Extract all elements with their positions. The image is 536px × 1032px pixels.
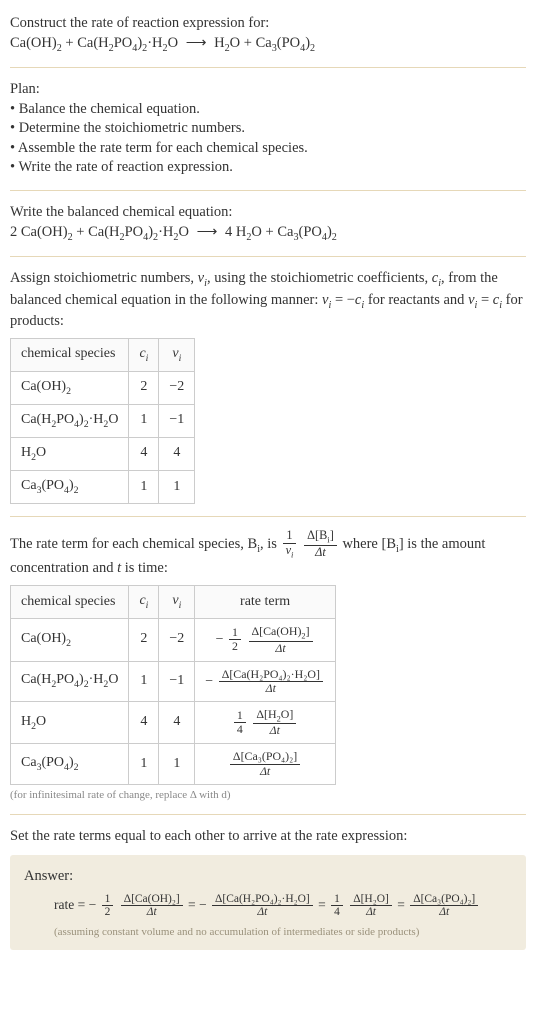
divider — [10, 67, 526, 68]
col-species: chemical species — [11, 338, 129, 371]
cell-nu: 1 — [159, 470, 195, 503]
table-row: H2O 4 4 14 Δ[H2O]Δt — [11, 701, 336, 744]
cell-c: 4 — [129, 437, 159, 470]
table-row: Ca3(PO4)2 1 1 Δ[Ca₃(PO₄)₂]Δt — [11, 744, 336, 784]
answer-box: Answer: rate = − 12 Δ[Ca(OH)₂]Δt = − Δ[C… — [10, 855, 526, 950]
answer-rate-expression: rate = − 12 Δ[Ca(OH)₂]Δt = − Δ[Ca(H₂PO₄)… — [24, 893, 512, 919]
cell-c: 4 — [129, 701, 159, 744]
cell-nu: −2 — [159, 371, 195, 404]
cell-species: Ca(OH)2 — [11, 619, 129, 662]
rateterm-section: The rate term for each chemical species,… — [10, 523, 526, 809]
divider — [10, 190, 526, 191]
table-row: Ca(OH)2 2 −2 − 12 Δ[Ca(OH)2]Δt — [11, 619, 336, 662]
cell-c: 1 — [129, 661, 159, 701]
col-rate: rate term — [195, 586, 336, 619]
balanced-equation: 2 Ca(OH)2 + Ca(H2PO4)2·H2O ⟶ 4 H2O + Ca3… — [10, 223, 526, 245]
cell-species: Ca3(PO4)2 — [11, 470, 129, 503]
species: Ca(H2PO4)2·H2O — [77, 35, 178, 51]
intro-section: Construct the rate of reaction expressio… — [10, 8, 526, 61]
cell-nu: 1 — [159, 744, 195, 784]
table-note: (for infinitesimal rate of change, repla… — [10, 788, 526, 803]
table-row: Ca(H2PO4)2·H2O 1 −1 — [11, 404, 195, 437]
cell-nu: 4 — [159, 701, 195, 744]
cell-rate: − 12 Δ[Ca(OH)2]Δt — [195, 619, 336, 662]
setequal-text: Set the rate terms equal to each other t… — [10, 827, 526, 847]
table-row: Ca(OH)2 2 −2 — [11, 371, 195, 404]
fraction: 1νi — [283, 529, 297, 559]
cell-c: 2 — [129, 619, 159, 662]
balanced-heading: Write the balanced chemical equation: — [10, 203, 526, 223]
table-row: Ca(H2PO4)2·H2O 1 −1 − Δ[Ca(H₂PO₄)₂·H₂O]Δ… — [11, 661, 336, 701]
table-header-row: chemical species ci νi — [11, 338, 195, 371]
cell-nu: −1 — [159, 661, 195, 701]
cell-species: H2O — [11, 437, 129, 470]
plan-item: • Write the rate of reaction expression. — [10, 158, 526, 178]
cell-nu: −1 — [159, 404, 195, 437]
reaction-arrow-icon: ⟶ — [193, 223, 222, 243]
plan-heading: Plan: — [10, 80, 526, 100]
cell-rate: 14 Δ[H2O]Δt — [195, 701, 336, 744]
table-header-row: chemical species ci νi rate term — [11, 586, 336, 619]
cell-rate: Δ[Ca₃(PO₄)₂]Δt — [195, 744, 336, 784]
cell-species: Ca3(PO4)2 — [11, 744, 129, 784]
plus: + — [62, 35, 77, 51]
divider — [10, 814, 526, 815]
species: 2 Ca(OH)2 — [10, 224, 73, 240]
assign-section: Assign stoichiometric numbers, νi, using… — [10, 263, 526, 510]
cell-species: Ca(H2PO4)2·H2O — [11, 404, 129, 437]
rateterm-text: The rate term for each chemical species,… — [10, 536, 485, 577]
cell-nu: 4 — [159, 437, 195, 470]
col-c: ci — [129, 586, 159, 619]
species: Ca(H2PO4)2·H2O — [88, 224, 189, 240]
table-row: Ca3(PO4)2 1 1 — [11, 470, 195, 503]
cell-c: 2 — [129, 371, 159, 404]
cell-c: 1 — [129, 470, 159, 503]
cell-c: 1 — [129, 744, 159, 784]
plus: + — [73, 224, 88, 240]
species: Ca3(PO4)2 — [277, 224, 337, 240]
cell-rate: − Δ[Ca(H₂PO₄)₂·H₂O]Δt — [195, 661, 336, 701]
assign-text: Assign stoichiometric numbers, νi, using… — [10, 270, 523, 329]
col-nu: νi — [159, 586, 195, 619]
answer-note: (assuming constant volume and no accumul… — [24, 925, 512, 940]
divider — [10, 256, 526, 257]
table-row: H2O 4 4 — [11, 437, 195, 470]
species: H2O — [214, 35, 240, 51]
cell-species: Ca(H2PO4)2·H2O — [11, 661, 129, 701]
stoich-table: chemical species ci νi Ca(OH)2 2 −2 Ca(H… — [10, 338, 195, 504]
cell-species: Ca(OH)2 — [11, 371, 129, 404]
species: 4 H2O — [225, 224, 262, 240]
cell-c: 1 — [129, 404, 159, 437]
col-c: ci — [129, 338, 159, 371]
cell-nu: −2 — [159, 619, 195, 662]
fraction: Δ[Bi]Δt — [304, 529, 337, 559]
col-species: chemical species — [11, 586, 129, 619]
plan-section: Plan: • Balance the chemical equation. •… — [10, 74, 526, 184]
species: Ca3(PO4)2 — [256, 35, 316, 51]
setequal-section: Set the rate terms equal to each other t… — [10, 821, 526, 955]
plan-item: • Balance the chemical equation. — [10, 100, 526, 120]
plus: + — [240, 35, 255, 51]
plan-item: • Determine the stoichiometric numbers. — [10, 119, 526, 139]
cell-species: H2O — [11, 701, 129, 744]
rate-table: chemical species ci νi rate term Ca(OH)2… — [10, 585, 336, 785]
unbalanced-equation: Ca(OH)2 + Ca(H2PO4)2·H2O ⟶ H2O + Ca3(PO4… — [10, 34, 526, 56]
balanced-section: Write the balanced chemical equation: 2 … — [10, 197, 526, 250]
answer-label: Answer: — [24, 867, 512, 887]
col-nu: νi — [159, 338, 195, 371]
divider — [10, 516, 526, 517]
reaction-arrow-icon: ⟶ — [182, 34, 211, 54]
plus: + — [262, 224, 277, 240]
plan-item: • Assemble the rate term for each chemic… — [10, 139, 526, 159]
species: Ca(OH)2 — [10, 35, 62, 51]
prompt-text: Construct the rate of reaction expressio… — [10, 14, 526, 34]
